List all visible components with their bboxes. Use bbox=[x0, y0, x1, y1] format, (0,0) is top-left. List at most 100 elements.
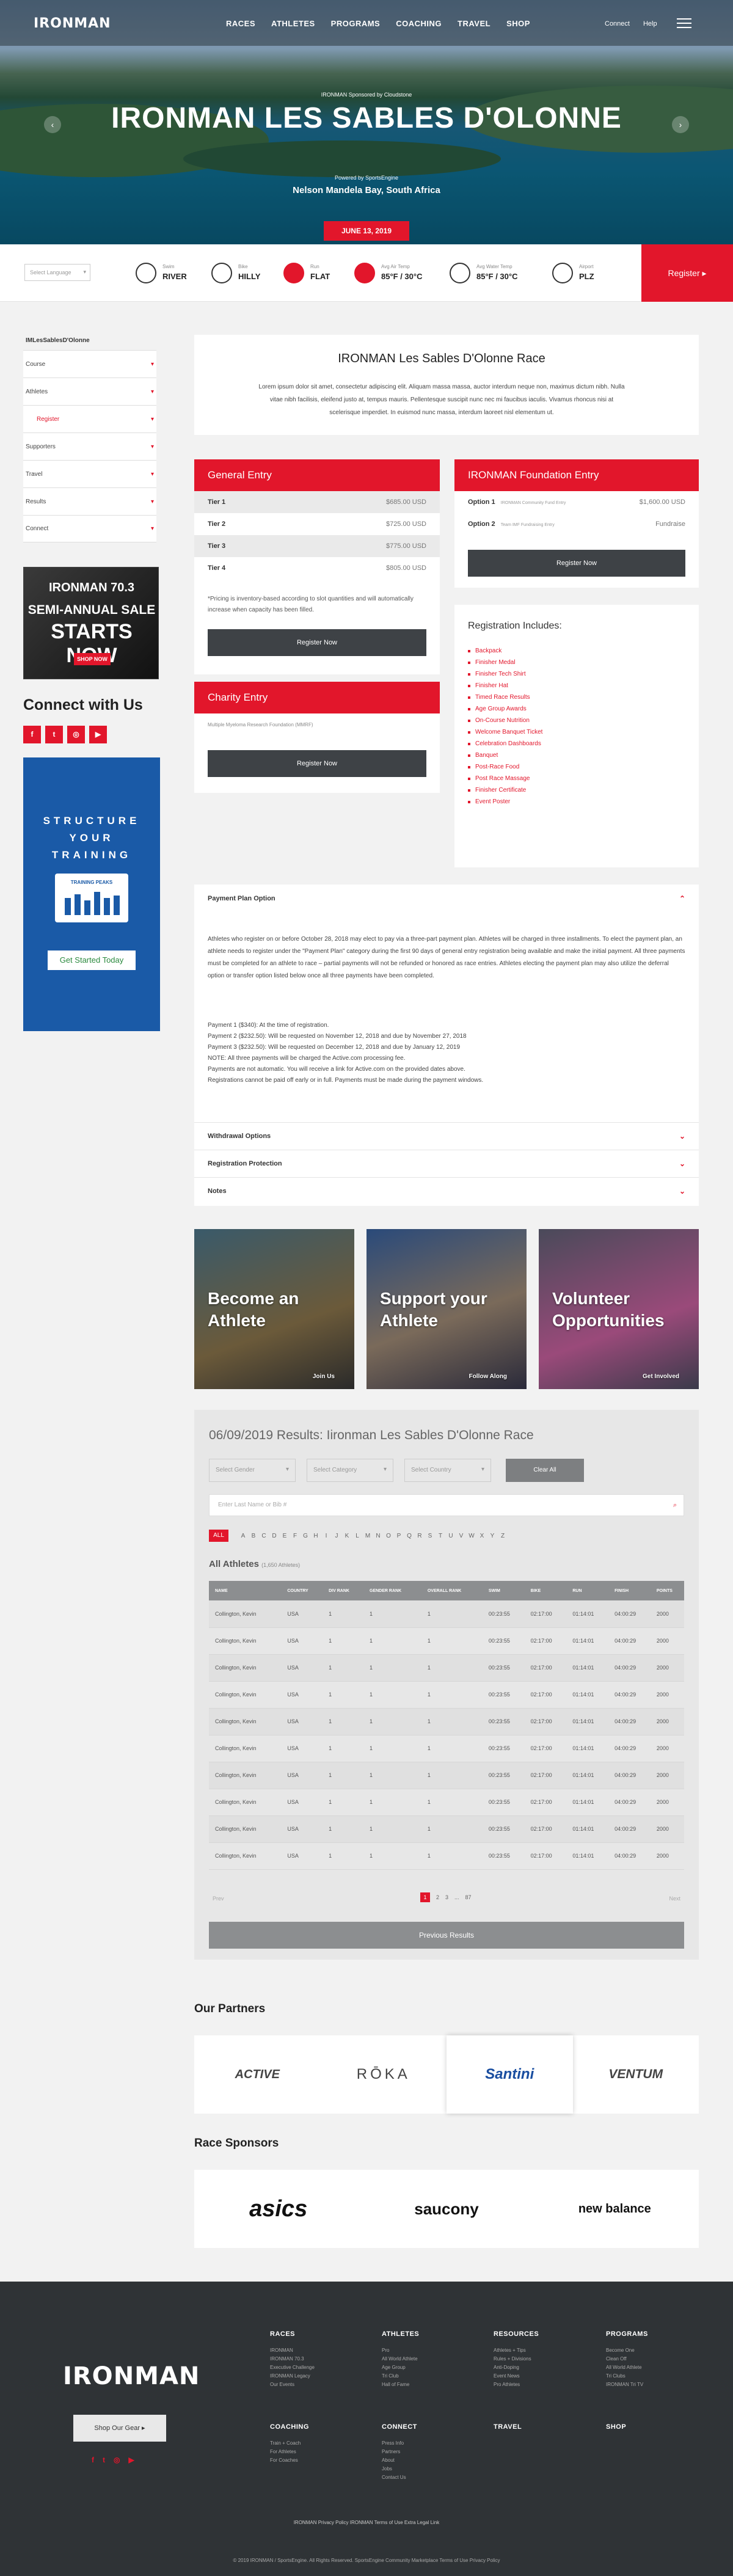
tile-become-athlete[interactable]: Become an Athlete Join Us bbox=[194, 1229, 354, 1389]
instagram-icon[interactable]: ◎ bbox=[114, 2456, 120, 2464]
sidebar-item-travel[interactable]: Travel ▾ bbox=[23, 460, 156, 487]
facebook-icon[interactable]: f bbox=[23, 726, 41, 743]
partner-santini-logo[interactable]: Santini bbox=[447, 2035, 573, 2114]
footer-link[interactable]: Hall of Fame bbox=[382, 2381, 461, 2389]
gender-select[interactable]: Select Gender bbox=[209, 1459, 296, 1482]
country-select[interactable]: Select Country bbox=[404, 1459, 491, 1482]
alpha-filter-letter[interactable]: X bbox=[479, 1533, 485, 1539]
partner-ventum-logo[interactable]: VENTUM bbox=[573, 2035, 699, 2114]
footer-column-title[interactable]: RACES bbox=[270, 2330, 349, 2338]
footer-link[interactable]: Athletes + Tips bbox=[494, 2346, 573, 2355]
alpha-filter-letter[interactable]: W bbox=[469, 1533, 475, 1539]
sidebar-item-results[interactable]: Results ▾ bbox=[23, 487, 156, 515]
table-row[interactable]: Collington, Kevin USA 1 1 1 00:23:55 02:17:00 0… bbox=[209, 1789, 684, 1816]
alpha-filter-letter[interactable]: D bbox=[271, 1533, 277, 1539]
footer-link[interactable]: All World Athlete bbox=[382, 2355, 461, 2363]
footer-legal-links[interactable]: IRONMAN Privacy Policy IRONMAN Terms of … bbox=[0, 2520, 733, 2525]
menu-icon[interactable] bbox=[677, 18, 691, 28]
alpha-filter-all[interactable]: ALL bbox=[209, 1530, 228, 1542]
alpha-filter-letter[interactable]: Y bbox=[489, 1533, 495, 1539]
general-register-button[interactable]: Register Now bbox=[208, 629, 426, 656]
footer-link[interactable]: Executive Challenge bbox=[270, 2363, 349, 2372]
footer-link[interactable]: Pro Athletes bbox=[494, 2381, 573, 2389]
footer-link[interactable]: For Athletes bbox=[270, 2448, 349, 2456]
tile-volunteer[interactable]: Volunteer Opportunities Get Involved bbox=[539, 1229, 699, 1389]
accordion-withdrawal[interactable]: Withdrawal Options ⌄ bbox=[194, 1122, 699, 1150]
alpha-filter-letter[interactable]: B bbox=[250, 1533, 257, 1539]
youtube-icon[interactable]: ▶ bbox=[89, 726, 107, 743]
tile-link[interactable]: Follow Along bbox=[469, 1373, 507, 1380]
alpha-filter-letter[interactable]: H bbox=[313, 1533, 319, 1539]
alpha-filter-letter[interactable]: Z bbox=[500, 1533, 506, 1539]
nav-connect[interactable]: Connect bbox=[605, 20, 630, 27]
partner-roka-logo[interactable]: RŌKA bbox=[321, 2035, 447, 2114]
tile-support-athlete[interactable]: Support your Athlete Follow Along bbox=[366, 1229, 527, 1389]
footer-column-title[interactable]: SHOP bbox=[606, 2423, 685, 2431]
tile-link[interactable]: Get Involved bbox=[643, 1373, 679, 1380]
search-icon[interactable]: ⌕ bbox=[673, 1501, 677, 1509]
column-header[interactable]: COUNTRY bbox=[281, 1581, 323, 1600]
sidebar-item-athletes[interactable]: Athletes ▾ bbox=[23, 378, 156, 405]
column-header[interactable]: DIV RANK bbox=[323, 1581, 364, 1600]
footer-link[interactable]: IRONMAN Legacy bbox=[270, 2372, 349, 2381]
sidebar-item-register[interactable]: Register ▾ bbox=[23, 405, 156, 432]
instagram-icon[interactable]: ◎ bbox=[67, 726, 85, 743]
footer-link[interactable]: IRONMAN 70.3 bbox=[270, 2355, 349, 2363]
footer-link[interactable]: For Coaches bbox=[270, 2456, 349, 2465]
tile-link[interactable]: Join Us bbox=[313, 1373, 335, 1380]
alpha-filter-letter[interactable]: G bbox=[302, 1533, 308, 1539]
sponsor-saucony-logo[interactable]: saucony bbox=[362, 2170, 530, 2248]
nav-shop[interactable]: SHOP bbox=[506, 19, 530, 28]
sponsor-new-balance-logo[interactable]: new balance bbox=[531, 2170, 699, 2248]
table-row[interactable]: Collington, Kevin USA 1 1 1 00:23:55 02:17:00 0… bbox=[209, 1815, 684, 1843]
page-number[interactable]: 1 bbox=[420, 1892, 430, 1902]
table-row[interactable]: Collington, Kevin USA 1 1 1 00:23:55 02:17:00 0… bbox=[209, 1842, 684, 1870]
nav-programs[interactable]: PROGRAMS bbox=[331, 19, 381, 28]
nav-coaching[interactable]: COACHING bbox=[396, 19, 442, 28]
footer-link[interactable]: About bbox=[382, 2456, 461, 2465]
alpha-filter-letter[interactable]: N bbox=[375, 1533, 381, 1539]
nav-help[interactable]: Help bbox=[643, 20, 657, 27]
alpha-filter-letter[interactable]: O bbox=[385, 1533, 392, 1539]
alpha-filter-letter[interactable]: Q bbox=[406, 1533, 412, 1539]
table-row[interactable]: Collington, Kevin USA 1 1 1 00:23:55 02:17:00 0… bbox=[209, 1600, 684, 1628]
charity-register-button[interactable]: Register Now bbox=[208, 750, 426, 777]
ad-training-peaks[interactable]: STRUCTURE YOUR TRAINING TRAINING PEAKS G… bbox=[23, 757, 160, 1031]
sidebar-item-course[interactable]: Course ▾ bbox=[23, 350, 156, 378]
alpha-filter-letter[interactable]: R bbox=[417, 1533, 423, 1539]
footer-link[interactable]: Tri Clubs bbox=[606, 2372, 685, 2381]
alpha-filter-letter[interactable]: I bbox=[323, 1533, 329, 1539]
ironman-logo[interactable]: IRONMAN bbox=[34, 16, 111, 31]
category-select[interactable]: Select Category bbox=[307, 1459, 393, 1482]
accordion-notes[interactable]: Notes ⌄ bbox=[194, 1177, 699, 1205]
footer-column-title[interactable]: RESOURCES bbox=[494, 2330, 573, 2338]
table-row[interactable]: Collington, Kevin USA 1 1 1 00:23:55 02:17:00 0… bbox=[209, 1681, 684, 1709]
footer-link[interactable]: IRONMAN Tri TV bbox=[606, 2381, 685, 2389]
column-header[interactable]: RUN bbox=[566, 1581, 609, 1600]
youtube-icon[interactable]: ▶ bbox=[128, 2456, 134, 2464]
nav-athletes[interactable]: ATHLETES bbox=[271, 19, 315, 28]
accordion-protection[interactable]: Registration Protection ⌄ bbox=[194, 1150, 699, 1177]
nav-travel[interactable]: TRAVEL bbox=[458, 19, 490, 28]
alpha-filter-letter[interactable]: L bbox=[354, 1533, 360, 1539]
alpha-filter-letter[interactable]: S bbox=[427, 1533, 433, 1539]
alpha-filter-letter[interactable]: K bbox=[344, 1533, 350, 1539]
shop-gear-button[interactable]: Shop Our Gear ▸ bbox=[73, 2415, 166, 2442]
footer-link[interactable]: Anti-Doping bbox=[494, 2363, 573, 2372]
next-page-link[interactable]: Next bbox=[669, 1896, 680, 1902]
table-row[interactable]: Collington, Kevin USA 1 1 1 00:23:55 02:17:00 0… bbox=[209, 1654, 684, 1682]
language-select[interactable]: Select Language bbox=[24, 264, 90, 281]
prev-page-link[interactable]: Prev bbox=[213, 1896, 224, 1902]
column-header[interactable]: POINTS bbox=[650, 1581, 684, 1600]
footer-column-title[interactable]: PROGRAMS bbox=[606, 2330, 685, 2338]
sponsor-asics-logo[interactable]: asics bbox=[194, 2170, 362, 2248]
clear-all-button[interactable]: Clear All bbox=[506, 1459, 584, 1482]
twitter-icon[interactable]: t bbox=[45, 726, 63, 743]
partner-active-logo[interactable]: ACTIVE bbox=[194, 2035, 321, 2114]
facebook-icon[interactable]: f bbox=[92, 2456, 94, 2464]
footer-link[interactable]: Become One bbox=[606, 2346, 685, 2355]
alpha-filter-letter[interactable]: T bbox=[437, 1533, 443, 1539]
nav-races[interactable]: RACES bbox=[226, 19, 255, 28]
table-row[interactable]: Collington, Kevin USA 1 1 1 00:23:55 02:17:00 0… bbox=[209, 1708, 684, 1735]
footer-link[interactable]: Jobs bbox=[382, 2465, 461, 2473]
